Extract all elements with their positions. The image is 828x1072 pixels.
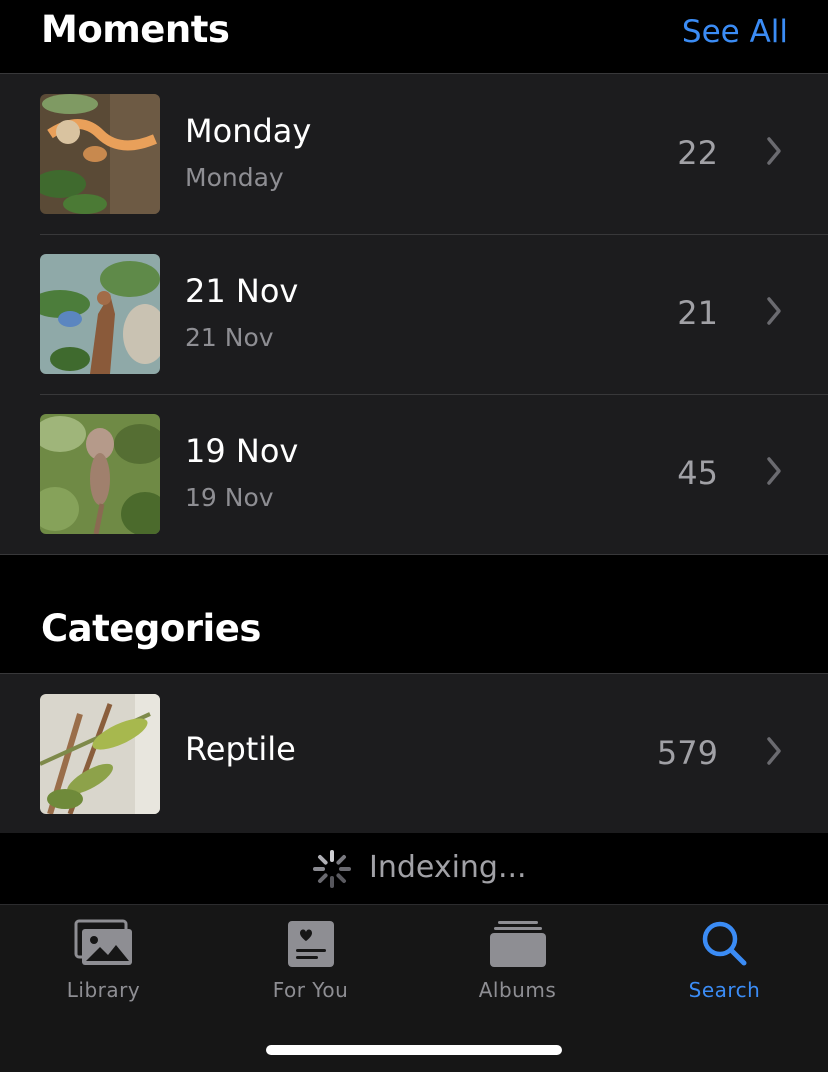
category-thumbnail [40,694,160,814]
moment-count: 22 [677,134,718,172]
category-count: 579 [656,734,718,772]
moment-subtitle: 21 Nov [185,323,274,352]
tab-search[interactable]: Search [621,905,828,1015]
home-indicator[interactable] [266,1045,562,1055]
moment-thumbnail [40,254,160,374]
categories-section-title: Categories [41,607,261,650]
chevron-right-icon [767,737,781,765]
moment-title: 19 Nov [185,432,299,470]
search-icon [702,921,746,966]
category-row[interactable]: Reptile 579 [0,674,828,834]
moment-row[interactable]: 19 Nov 19 Nov 45 [0,394,828,554]
photo-library-icon [74,919,132,965]
moment-row[interactable]: 21 Nov 21 Nov 21 [0,234,828,394]
categories-list: Reptile 579 [0,673,828,835]
tab-for-you-label: For You [272,978,349,1002]
moment-subtitle: 19 Nov [185,483,274,512]
moments-section-title: Moments [41,8,230,51]
indexing-status-text: Indexing... [369,850,527,885]
tab-library-label: Library [66,978,141,1002]
moment-title: Monday [185,112,312,150]
tab-search-label: Search [688,978,761,1002]
chevron-right-icon [767,297,781,325]
albums-icon [489,921,546,967]
tab-library[interactable]: Library [0,905,207,1015]
moment-count: 45 [677,454,718,492]
see-all-link[interactable]: See All [682,14,788,50]
moments-list: Monday Monday 22 21 Nov 21 Nov 21 19 Nov… [0,73,828,555]
moment-count: 21 [677,294,718,332]
for-you-icon [287,921,334,967]
moment-row[interactable]: Monday Monday 22 [0,74,828,234]
activity-spinner-icon [313,850,351,888]
category-title: Reptile [185,730,296,768]
tab-albums-label: Albums [478,978,557,1002]
moment-subtitle: Monday [185,163,284,192]
moment-thumbnail [40,94,160,214]
moment-title: 21 Nov [185,272,299,310]
tab-albums[interactable]: Albums [414,905,621,1015]
chevron-right-icon [767,137,781,165]
moment-thumbnail [40,414,160,534]
tab-for-you[interactable]: For You [207,905,414,1015]
chevron-right-icon [767,457,781,485]
